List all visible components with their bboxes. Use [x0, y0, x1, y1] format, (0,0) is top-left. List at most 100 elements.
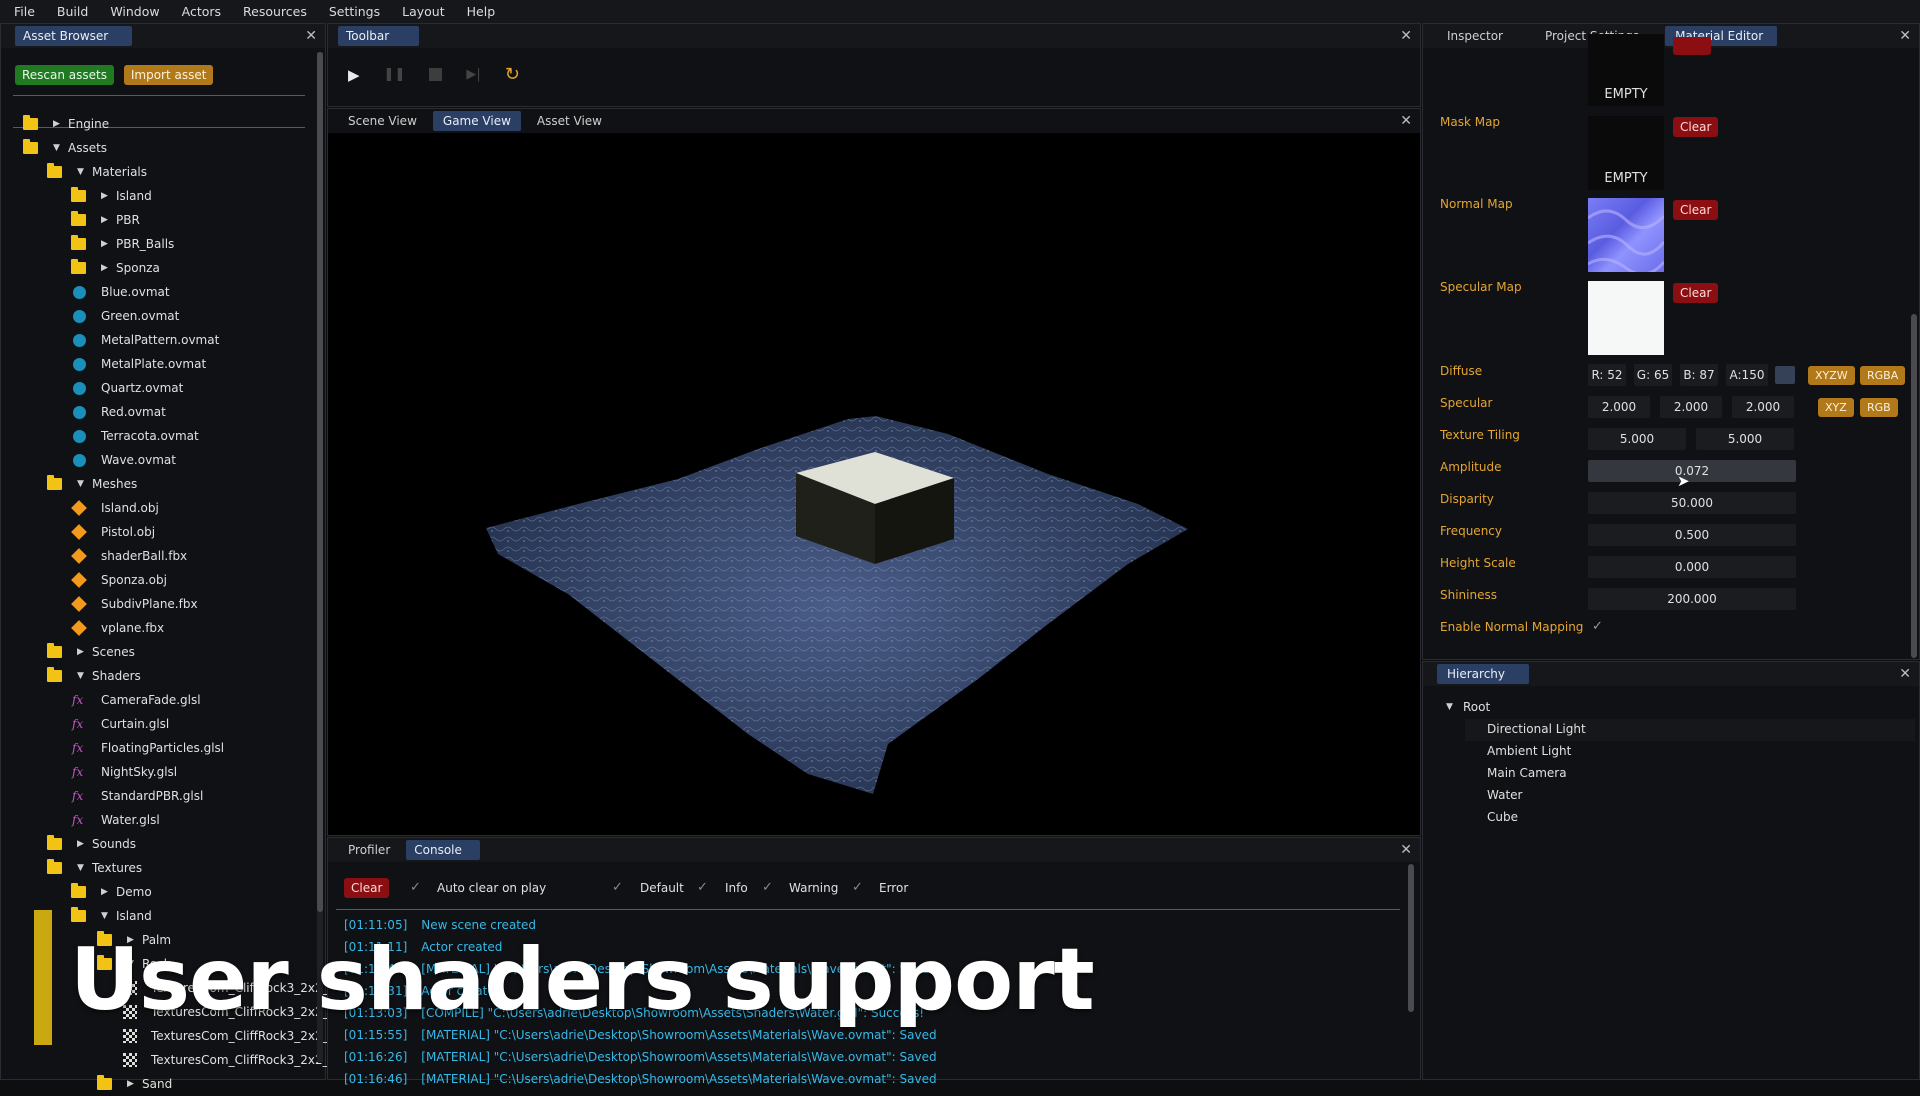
chevron-down-icon[interactable]: ▼ — [53, 143, 60, 153]
tab-hierarchy[interactable]: Hierarchy — [1437, 664, 1530, 684]
asset-tree-row[interactable]: ▶ PBR_Balls — [1, 232, 309, 256]
chevron-right-icon[interactable]: ▶ — [127, 1079, 134, 1089]
close-icon[interactable]: ✕ — [1400, 842, 1412, 858]
specular-y-field[interactable]: 2.000 — [1660, 396, 1722, 418]
diffuse-color-swatch[interactable] — [1775, 366, 1795, 384]
console-scrollbar[interactable] — [1408, 864, 1414, 1012]
asset-tree-row[interactable]: Green.ovmat — [1, 304, 309, 328]
asset-tree-row[interactable]: Red.ovmat — [1, 400, 309, 424]
hierarchy-item[interactable]: Ambient Light — [1487, 744, 1571, 758]
hierarchy-root[interactable]: Root — [1463, 700, 1490, 714]
asset-tree-row[interactable]: ▶ Sponza — [1, 256, 309, 280]
tiling-x-field[interactable]: 5.000 — [1588, 428, 1686, 450]
asset-tree-row[interactable]: fx Water.glsl — [1, 808, 309, 832]
menu-actors[interactable]: Actors — [182, 4, 221, 19]
default-filter-checkbox[interactable]: ✓ — [612, 880, 623, 895]
pause-icon[interactable]: ❚❚ — [384, 67, 406, 82]
asset-tree-row[interactable]: ▼ Meshes — [1, 472, 309, 496]
diffuse-rgba-button[interactable]: RGBA — [1860, 366, 1906, 385]
chevron-down-icon[interactable]: ▼ — [77, 671, 84, 681]
chevron-right-icon[interactable]: ▶ — [53, 119, 60, 129]
diffuse-r-field[interactable]: R: 52 — [1588, 364, 1626, 386]
menu-settings[interactable]: Settings — [329, 4, 380, 19]
rescan-assets-button[interactable]: Rescan assets — [15, 65, 115, 85]
tab-inspector[interactable]: Inspector — [1437, 26, 1513, 46]
tab-toolbar[interactable]: Toolbar — [338, 26, 420, 46]
asset-tree-row[interactable]: ▶ Demo — [1, 880, 309, 904]
asset-tree-row[interactable]: fx StandardPBR.glsl — [1, 784, 309, 808]
menu-help[interactable]: Help — [467, 4, 496, 19]
asset-tree-row[interactable]: Blue.ovmat — [1, 280, 309, 304]
chevron-down-icon[interactable]: ▼ — [77, 167, 84, 177]
chevron-right-icon[interactable]: ▶ — [77, 647, 84, 657]
tab-asset-view[interactable]: Asset View — [527, 111, 612, 131]
import-asset-button[interactable]: Import asset — [123, 65, 214, 85]
stop-icon[interactable] — [429, 68, 443, 81]
tab-scene-view[interactable]: Scene View — [338, 111, 427, 131]
material-scrollbar[interactable] — [1911, 314, 1917, 658]
asset-tree-row[interactable]: fx NightSky.glsl — [1, 760, 309, 784]
auto-clear-checkbox[interactable]: ✓ — [410, 880, 421, 895]
hierarchy-item[interactable]: Main Camera — [1487, 766, 1567, 780]
asset-tree-row[interactable]: ▼ Shaders — [1, 664, 309, 688]
asset-tree-row[interactable]: ▶ Sand — [1, 1072, 309, 1096]
amplitude-field[interactable]: 0.072 — [1588, 460, 1796, 482]
specular-rgb-button[interactable]: RGB — [1860, 398, 1898, 417]
chevron-right-icon[interactable]: ▶ — [101, 191, 108, 201]
play-icon[interactable]: ▶ — [348, 66, 360, 84]
close-icon[interactable]: ✕ — [305, 28, 317, 44]
diffuse-a-field[interactable]: A:150 — [1726, 364, 1768, 386]
asset-tree-row[interactable]: fx CameraFade.glsl — [1, 688, 309, 712]
asset-tree-row[interactable]: MetalPattern.ovmat — [1, 328, 309, 352]
menu-layout[interactable]: Layout — [402, 4, 445, 19]
asset-tree-row[interactable]: Pistol.obj — [1, 520, 309, 544]
asset-tree-row[interactable]: shaderBall.fbx — [1, 544, 309, 568]
close-icon[interactable]: ✕ — [1899, 28, 1911, 44]
chevron-right-icon[interactable]: ▶ — [101, 215, 108, 225]
asset-tree-row[interactable]: vplane.fbx — [1, 616, 309, 640]
mask-map-clear-button[interactable]: Clear — [1673, 117, 1719, 137]
asset-tree-row[interactable]: ▼ Assets — [1, 136, 309, 160]
normal-map-clear-button[interactable]: Clear — [1673, 200, 1719, 220]
refresh-icon[interactable]: ↻ — [505, 64, 520, 85]
menu-resources[interactable]: Resources — [243, 4, 307, 19]
hierarchy-item[interactable]: Cube — [1487, 810, 1518, 824]
tab-asset-browser[interactable]: Asset Browser — [15, 26, 133, 46]
diffuse-xyzw-button[interactable]: XYZW — [1808, 366, 1855, 385]
normal-mapping-checkbox[interactable]: ✓ — [1592, 619, 1603, 634]
menu-build[interactable]: Build — [57, 4, 88, 19]
chevron-down-icon[interactable]: ▼ — [77, 863, 84, 873]
specular-map-clear-button[interactable]: Clear — [1673, 283, 1719, 303]
asset-tree-row[interactable]: Sponza.obj — [1, 568, 309, 592]
tab-game-view[interactable]: Game View — [432, 111, 521, 131]
asset-tree-row[interactable]: ▶ PBR — [1, 208, 309, 232]
specular-z-field[interactable]: 2.000 — [1732, 396, 1794, 418]
asset-tree-row[interactable]: MetalPlate.ovmat — [1, 352, 309, 376]
asset-tree-row[interactable]: ▶ Engine — [1, 112, 309, 136]
asset-tree-row[interactable]: ▶ Scenes — [1, 640, 309, 664]
info-filter-checkbox[interactable]: ✓ — [697, 880, 708, 895]
chevron-right-icon[interactable]: ▶ — [77, 839, 84, 849]
height-scale-field[interactable]: 0.000 — [1588, 556, 1796, 578]
scrollbar[interactable] — [317, 52, 323, 1062]
hierarchy-item[interactable]: Water — [1487, 788, 1522, 802]
chevron-right-icon[interactable]: ▶ — [101, 263, 108, 273]
chevron-down-icon[interactable]: ▼ — [101, 911, 108, 921]
asset-tree-row[interactable]: Quartz.ovmat — [1, 376, 309, 400]
asset-tree-row[interactable]: fx Curtain.glsl — [1, 712, 309, 736]
scrollbar-thumb[interactable] — [317, 52, 323, 912]
chevron-down-icon[interactable]: ▼ — [77, 479, 84, 489]
normal-map-preview[interactable] — [1588, 198, 1664, 272]
asset-tree-row[interactable]: SubdivPlane.fbx — [1, 592, 309, 616]
disparity-field[interactable]: 50.000 — [1588, 492, 1796, 514]
close-icon[interactable]: ✕ — [1400, 28, 1412, 44]
chevron-down-icon[interactable]: ▼ — [1446, 702, 1453, 712]
tab-profiler[interactable]: Profiler — [338, 840, 400, 860]
specular-xyz-button[interactable]: XYZ — [1818, 398, 1854, 417]
error-filter-checkbox[interactable]: ✓ — [852, 880, 863, 895]
next-frame-icon[interactable]: ▶| — [466, 67, 480, 82]
chevron-right-icon[interactable]: ▶ — [101, 239, 108, 249]
close-icon[interactable]: ✕ — [1899, 666, 1911, 682]
menu-file[interactable]: File — [14, 4, 35, 19]
menu-window[interactable]: Window — [110, 4, 159, 19]
